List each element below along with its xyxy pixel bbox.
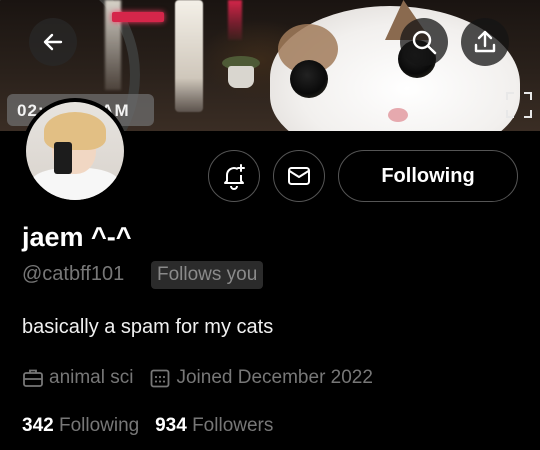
followers-label[interactable]: Followers — [192, 415, 273, 437]
share-upload-icon — [474, 30, 496, 53]
banner-flower-pot — [228, 66, 254, 88]
banner-cat-eye-left — [290, 60, 328, 98]
avatar-photo — [26, 102, 124, 200]
banner-red-light — [112, 12, 164, 22]
avatar[interactable] — [22, 98, 128, 204]
joined-date: Joined December 2022 — [176, 367, 373, 388]
banner-cat-nose — [388, 108, 408, 122]
banner-red-glow — [228, 0, 242, 40]
display-name: jaem ^-^ — [22, 222, 132, 252]
briefcase-icon — [23, 369, 43, 387]
message-button[interactable] — [273, 150, 325, 202]
username-handle: @catbff101 — [22, 263, 125, 285]
arrow-left-icon — [43, 33, 63, 51]
followers-count[interactable]: 934 — [155, 415, 187, 437]
bell-plus-icon — [224, 164, 245, 190]
profile-bio: basically a spam for my cats — [22, 316, 274, 338]
banner-lamp-post — [175, 0, 203, 112]
follow-stats: 342 Following 934 Followers — [22, 415, 273, 437]
following-count[interactable]: 342 — [22, 415, 54, 437]
avatar-phone — [54, 142, 72, 174]
share-button[interactable] — [461, 18, 509, 66]
profile-meta-row: animal sci Joined December 2022 — [22, 366, 373, 390]
follows-you-badge: Follows you — [151, 261, 264, 289]
notifications-button[interactable] — [208, 150, 260, 202]
calendar-icon — [151, 369, 170, 388]
following-button[interactable]: Following — [338, 150, 518, 202]
scan-frame-icon — [506, 92, 532, 118]
search-icon — [412, 30, 437, 55]
search-button[interactable] — [400, 18, 448, 66]
following-label[interactable]: Following — [59, 415, 139, 437]
back-button[interactable] — [29, 18, 77, 66]
envelope-icon — [288, 167, 310, 185]
profession-label: animal sci — [49, 367, 134, 388]
